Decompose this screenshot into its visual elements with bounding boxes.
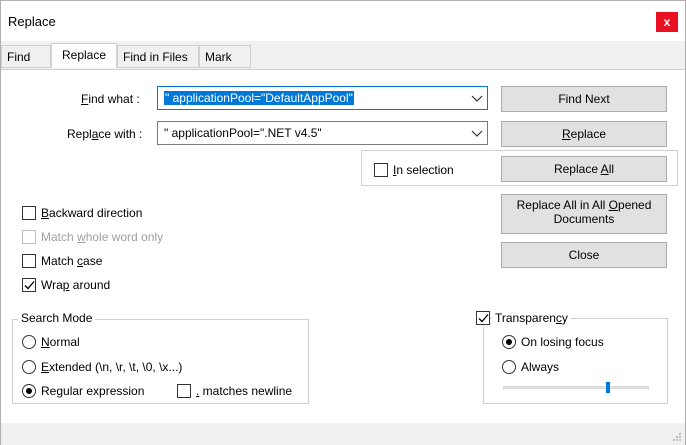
checkmark-icon [478, 314, 489, 323]
match-whole-word-label: Match whole word only [41, 230, 164, 244]
in-selection-checkbox[interactable] [374, 163, 388, 177]
replace-with-label: Replace with : [67, 127, 143, 141]
match-case-checkbox[interactable] [22, 254, 36, 268]
tab-find[interactable]: Find [1, 45, 51, 68]
find-what-label: Find what : [81, 92, 140, 106]
extended-radio[interactable] [22, 360, 36, 374]
replace-dialog: Replace x Find Replace Find in Files Mar… [0, 0, 686, 445]
find-next-button[interactable]: Find Next [501, 86, 667, 112]
match-case-label: Match case [41, 254, 103, 268]
always-radio[interactable] [502, 360, 516, 374]
matches-newline-checkbox[interactable] [177, 384, 191, 398]
wrap-around-checkbox[interactable] [22, 278, 36, 292]
always-label: Always [521, 360, 560, 374]
replace-with-combo[interactable]: " applicationPool=".NET v4.5" [157, 121, 488, 145]
regex-label: Regular expression [41, 384, 145, 398]
close-window-button[interactable]: x [656, 12, 678, 32]
title-bar[interactable]: Replace x [1, 1, 685, 41]
close-button[interactable]: Close [501, 242, 667, 268]
window-title: Replace [8, 14, 56, 29]
replace-with-value: " applicationPool=".NET v4.5" [164, 126, 322, 140]
chevron-down-icon[interactable] [471, 127, 483, 139]
on-losing-focus-label: On losing focus [521, 335, 604, 349]
backward-direction-checkbox[interactable] [22, 206, 36, 220]
replace-tab-panel: Find what : " applicationPool="DefaultAp… [1, 69, 685, 423]
wrap-around-label: Wrap around [41, 278, 111, 292]
resize-grip-icon[interactable] [672, 432, 682, 442]
match-whole-word-checkbox[interactable] [22, 230, 36, 244]
replace-button[interactable]: Replace [501, 121, 667, 147]
replace-all-in-opened-docs-button[interactable]: Replace All in All Opened Documents [501, 194, 667, 234]
transparency-slider-thumb[interactable] [606, 382, 611, 393]
transparency-checkbox[interactable] [476, 311, 490, 325]
replace-all-button[interactable]: Replace All [501, 156, 667, 182]
chevron-down-icon[interactable] [471, 92, 483, 104]
normal-radio[interactable] [22, 335, 36, 349]
regex-radio[interactable] [22, 384, 36, 398]
tab-replace[interactable]: Replace [51, 43, 117, 68]
find-what-value: " applicationPool="DefaultAppPool" [164, 91, 354, 105]
tab-find-in-files[interactable]: Find in Files [117, 45, 199, 68]
search-mode-title: Search Mode [18, 311, 96, 325]
in-selection-label: In selection [393, 163, 454, 177]
backward-direction-label: Backward direction [41, 206, 143, 220]
matches-newline-label: . matches newline [196, 384, 293, 398]
transparency-slider-track[interactable] [503, 386, 649, 389]
tab-mark[interactable]: Mark [199, 45, 251, 68]
transparency-label: Transparency [492, 311, 571, 325]
find-what-combo[interactable]: " applicationPool="DefaultAppPool" [157, 86, 488, 110]
status-bar [1, 423, 685, 445]
checkmark-icon [24, 281, 35, 290]
normal-label: Normal [41, 335, 80, 349]
on-losing-focus-radio[interactable] [502, 335, 516, 349]
extended-label: Extended (\n, \r, \t, \0, \x...) [41, 360, 183, 374]
